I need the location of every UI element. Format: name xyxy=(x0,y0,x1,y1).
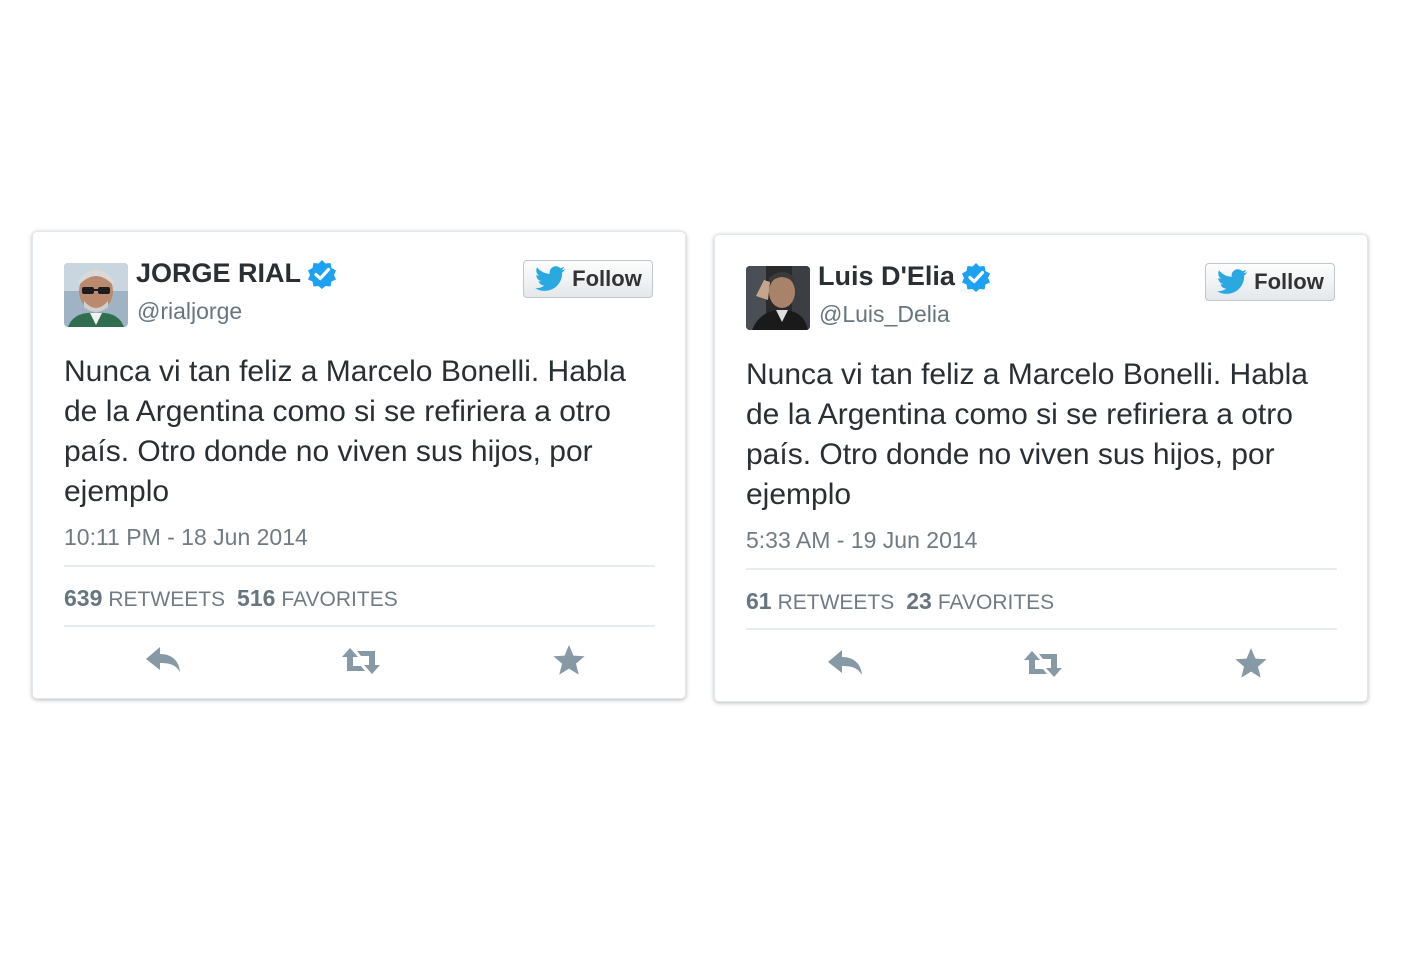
retweet-icon[interactable] xyxy=(341,644,381,678)
tweet-card: JORGE RIAL @rialjorge Follow Nunca vi ta… xyxy=(32,231,686,699)
verified-badge-icon xyxy=(961,262,991,292)
twitter-bird-icon xyxy=(534,266,566,292)
twitter-bird-icon xyxy=(1216,269,1248,295)
verified-badge-icon xyxy=(307,259,337,289)
retweets-label[interactable]: RETWEETS xyxy=(108,588,225,612)
reply-icon[interactable] xyxy=(825,647,865,681)
retweets-label[interactable]: RETWEETS xyxy=(778,591,895,615)
tweet-text: Nunca vi tan feliz a Marcelo Bonelli. Ha… xyxy=(746,358,1308,511)
retweets-count[interactable]: 639 xyxy=(64,585,102,612)
retweet-icon[interactable] xyxy=(1023,647,1063,681)
favorite-star-icon[interactable] xyxy=(1231,647,1271,681)
retweets-count[interactable]: 61 xyxy=(746,588,772,615)
tweet-stats: 61 RETWEETS 23 FAVORITES xyxy=(746,588,1054,615)
divider xyxy=(64,565,655,567)
follow-label: Follow xyxy=(1254,269,1324,294)
tweet-card: Luis D'Elia @Luis_Delia Follow Nunca vi … xyxy=(714,234,1368,702)
follow-button[interactable]: Follow xyxy=(1205,263,1335,301)
favorites-label[interactable]: FAVORITES xyxy=(281,588,397,612)
display-name[interactable]: Luis D'Elia xyxy=(818,261,955,292)
favorites-count[interactable]: 516 xyxy=(237,585,275,612)
favorites-label[interactable]: FAVORITES xyxy=(938,591,1054,615)
tweet-stats: 639 RETWEETS 516 FAVORITES xyxy=(64,585,398,612)
divider xyxy=(64,625,655,627)
favorite-star-icon[interactable] xyxy=(549,644,589,678)
display-name[interactable]: JORGE RIAL xyxy=(136,258,301,289)
favorites-count[interactable]: 23 xyxy=(906,588,932,615)
avatar[interactable] xyxy=(746,266,810,330)
tweet-timestamp[interactable]: 5:33 AM - 19 Jun 2014 xyxy=(746,527,977,554)
reply-icon[interactable] xyxy=(143,644,183,678)
follow-button[interactable]: Follow xyxy=(523,260,653,298)
follow-label: Follow xyxy=(572,266,642,291)
user-handle[interactable]: @Luis_Delia xyxy=(819,301,950,328)
user-handle[interactable]: @rialjorge xyxy=(137,298,242,325)
divider xyxy=(746,628,1337,630)
avatar[interactable] xyxy=(64,263,128,327)
divider xyxy=(746,568,1337,570)
tweet-text: Nunca vi tan feliz a Marcelo Bonelli. Ha… xyxy=(64,355,626,508)
tweet-timestamp[interactable]: 10:11 PM - 18 Jun 2014 xyxy=(64,524,308,551)
